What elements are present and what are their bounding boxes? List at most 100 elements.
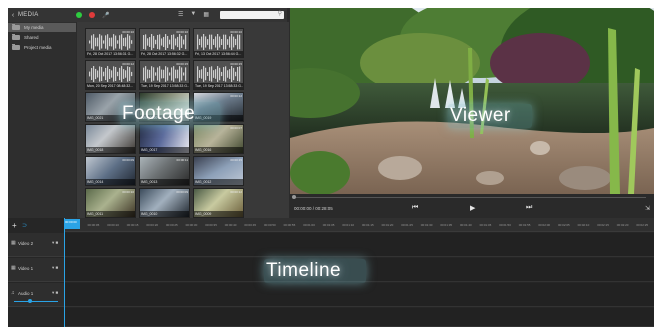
video-clip-thumbnail[interactable]: 00:00:15 IMG_0012: [193, 156, 244, 186]
ruler-tick-label: 00:00:20: [146, 223, 159, 227]
clip-duration: 00:00:11: [176, 158, 188, 162]
volume-slider-handle[interactable]: [28, 299, 32, 303]
view-options-icon[interactable]: ▦: [203, 11, 209, 18]
skip-back-icon[interactable]: ⏮: [412, 204, 418, 212]
video-clip-thumbnail[interactable]: IMG_0018: [85, 124, 136, 154]
search-input[interactable]: ⚲: [220, 11, 284, 19]
ruler-tick-label: 00:01:00: [303, 223, 315, 227]
clip-caption: IMG_0013: [140, 179, 189, 185]
track-header-video-2: ▦ Video 2 ▾ ■: [8, 233, 64, 257]
ruler-tick-label: 00:02:00: [538, 223, 551, 227]
audio-clip-thumbnail[interactable]: 00:00:10 Fri, 28 Oct 2017 13:56:32 G...: [139, 28, 190, 58]
ruler-tick-label: 00:01:55: [518, 223, 531, 227]
ruler-tick-label: 00:01:20: [381, 223, 394, 227]
playhead[interactable]: [64, 218, 65, 327]
clip-duration: 00:00:15: [230, 62, 242, 66]
viewer-label: Viewer: [450, 105, 511, 126]
waveform-icon: [143, 34, 187, 50]
ruler-tick-label: 00:01:45: [479, 223, 492, 227]
ruler-tick-label: 00:02:10: [577, 223, 590, 227]
track-header-audio-1: ♫ Audio 1 ▾ ■: [8, 283, 64, 307]
volume-slider[interactable]: [14, 301, 58, 302]
ruler-tick-label: 00:01:10: [342, 223, 355, 227]
track-name: Video 2: [18, 241, 34, 246]
video-clip-thumbnail[interactable]: 00:00:09 IMG_0014: [85, 156, 136, 186]
track-menu-icon[interactable]: ▾ ■: [52, 240, 58, 246]
clip-duration: 00:00:12: [122, 62, 134, 66]
ruler-tick-label: 00:02:15: [597, 223, 609, 227]
clip-caption: Mon, 20 Sep 2017 08:48:32...: [86, 83, 135, 89]
ruler-tick-label: 00:01:40: [460, 223, 472, 227]
footage-label: Footage: [122, 103, 196, 124]
video-clip-thumbnail[interactable]: 00:00:09 IMG_0010: [139, 188, 190, 218]
sidebar-item-project-media[interactable]: Project media: [8, 43, 76, 52]
ruler-tick-label: 00:02:05: [558, 223, 570, 227]
track-lane-empty[interactable]: [64, 308, 654, 327]
audio-clip-thumbnail[interactable]: 00:00:15 Tue, 19 Sep 2017 13:58:33 G...: [193, 60, 244, 90]
clip-duration: 00:00:15: [176, 62, 188, 66]
sidebar-item-label: Project media: [24, 45, 52, 50]
video-clip-thumbnail[interactable]: IMG_0017: [139, 124, 190, 154]
clip-duration: 00:00:10: [176, 30, 188, 34]
video-track-icon: ▦: [11, 240, 16, 246]
track-header-video-1: ▦ Video 1 ▾ ■: [8, 258, 64, 282]
add-track-icon[interactable]: +: [12, 221, 17, 230]
scrubber[interactable]: [294, 197, 646, 198]
clip-duration: 00:00:12: [230, 190, 242, 194]
audio-clip-thumbnail[interactable]: 00:00:10 Fri, 13 Oct 2017 13:56:44 G...: [193, 28, 244, 58]
clip-duration: 00:00:10: [230, 30, 242, 34]
track-lane-audio-1[interactable]: [64, 283, 654, 307]
playhead-label[interactable]: 00:00:00: [64, 219, 80, 229]
ruler-tick-label: 00:00:30: [185, 223, 198, 227]
search-icon: ⚲: [277, 11, 282, 17]
sidebar-item-shared[interactable]: Shared: [8, 33, 76, 42]
editor-window: ‹ MEDIA 🎤 ☰ ▼ ▦ ⚲ My media Shared Projec…: [8, 8, 654, 327]
timeline-ruler[interactable]: 00:00:00 00:00:05 00:00:10 00:00:15 00:00:20…: [64, 218, 654, 232]
microphone-icon[interactable]: 🎤: [102, 12, 109, 19]
audio-clip-thumbnail[interactable]: 00:00:12 Mon, 20 Sep 2017 08:48:32...: [85, 60, 136, 90]
ruler-tick-label: 00:02:25: [636, 223, 649, 227]
video-clip-thumbnail[interactable]: 00:00:11 IMG_0013: [139, 156, 190, 186]
play-icon[interactable]: ▶: [470, 204, 475, 212]
sidebar-item-label: Shared: [24, 35, 39, 40]
record-screen-button[interactable]: [89, 12, 95, 18]
clip-caption: Fri, 28 Oct 2017 13:56:31 G...: [86, 51, 135, 57]
video-clip-thumbnail[interactable]: 00:00:12 IMG_0009: [193, 188, 244, 218]
track-menu-icon[interactable]: ▾ ■: [52, 290, 58, 296]
sidebar-item-my-media[interactable]: My media: [8, 23, 76, 32]
audio-clip-thumbnail[interactable]: 00:00:15 Tue, 19 Sep 2017 13:58:33 G...: [139, 60, 190, 90]
audio-clip-thumbnail[interactable]: 00:00:10 Fri, 28 Oct 2017 13:56:31 G...: [85, 28, 136, 58]
clip-caption: IMG_0012: [194, 179, 243, 185]
timecode: 00:00:00 / 00:28:05: [294, 206, 333, 211]
clip-duration: 00:00:10: [122, 30, 134, 34]
clip-caption: Fri, 13 Oct 2017 13:56:44 G...: [194, 51, 243, 57]
ruler-tick-label: 00:00:35: [205, 223, 217, 227]
sort-icon[interactable]: ☰: [178, 11, 183, 18]
track-lane-video-2[interactable]: [64, 233, 654, 257]
ruler-tick-label: 00:00:25: [166, 223, 178, 227]
track-menu-icon[interactable]: ▾ ■: [52, 265, 58, 271]
video-clip-thumbnail[interactable]: 00:00:10 IMG_0011: [85, 188, 136, 218]
magnet-icon[interactable]: ⊃: [22, 222, 27, 229]
clip-caption: IMG_0011: [86, 211, 135, 217]
record-video-button[interactable]: [76, 12, 82, 18]
ruler-tick-label: 00:00:10: [107, 223, 119, 227]
media-title: MEDIA: [18, 12, 39, 18]
clip-caption: Tue, 19 Sep 2017 13:58:33 G...: [194, 83, 243, 89]
scrubber-handle[interactable]: [292, 195, 296, 199]
ruler-tick-label: 00:00:15: [126, 223, 139, 227]
sidebar-item-label: My media: [24, 25, 44, 30]
ruler-tick-label: 00:00:50: [264, 223, 276, 227]
skip-forward-icon[interactable]: ⏭: [526, 204, 532, 212]
chevron-left-icon[interactable]: ‹: [8, 12, 18, 19]
filter-icon[interactable]: ▼: [190, 11, 196, 18]
ruler-tick-label: 00:01:35: [440, 223, 453, 227]
clip-caption: Tue, 19 Sep 2017 13:58:33 G...: [140, 83, 189, 89]
ruler-tick-label: 00:01:30: [420, 223, 433, 227]
fullscreen-icon[interactable]: ⇲: [645, 205, 650, 212]
clip-caption: IMG_0009: [194, 211, 243, 217]
clip-duration: 00:00:10: [122, 190, 134, 194]
video-clip-thumbnail[interactable]: 00:00:07 IMG_0016: [193, 124, 244, 154]
track-name: Video 1: [18, 266, 34, 271]
video-preview[interactable]: [290, 8, 654, 194]
